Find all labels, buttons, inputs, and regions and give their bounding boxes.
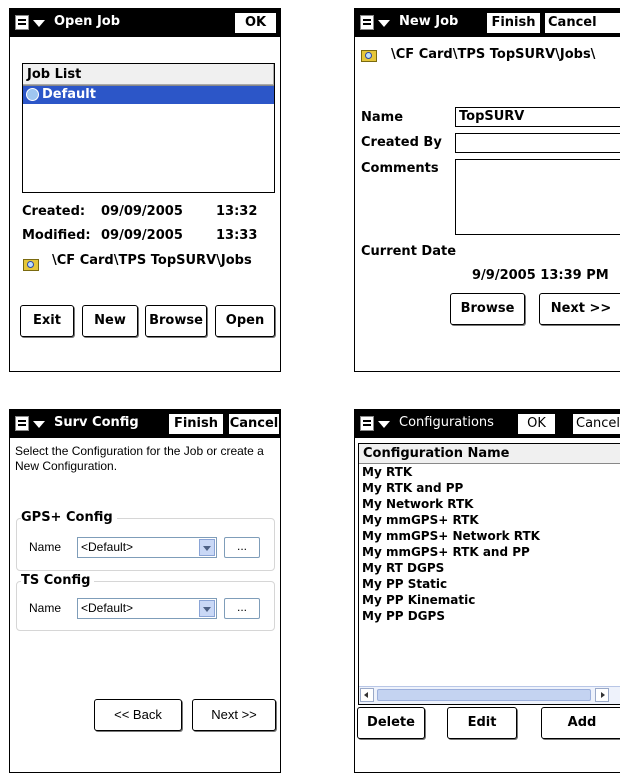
next-button[interactable]: Next >> <box>192 699 276 731</box>
ts-config-ellipsis-button[interactable]: ... <box>224 598 260 619</box>
job-list-header[interactable]: Job List <box>23 64 274 86</box>
ts-name-label: Name <box>29 601 62 615</box>
job-path: \CF Card\TPS TopSURV\Jobs\ <box>391 47 596 62</box>
gps-config-ellipsis-button[interactable]: ... <box>224 537 260 558</box>
created-label: Created: <box>22 204 86 219</box>
created-date: 09/09/2005 <box>101 204 183 219</box>
start-menu-button[interactable] <box>13 414 51 435</box>
job-path: \CF Card\TPS TopSURV\Jobs <box>52 253 252 268</box>
list-item[interactable]: My PP Kinematic <box>362 593 475 607</box>
edit-button[interactable]: Edit <box>447 707 517 739</box>
ok-button[interactable]: OK <box>234 12 277 34</box>
scroll-left-button[interactable] <box>360 688 374 702</box>
ts-config-title: TS Config <box>21 573 95 588</box>
list-item[interactable]: My RT DGPS <box>362 561 444 575</box>
browse-button[interactable]: Browse <box>145 305 207 337</box>
start-menu-button[interactable] <box>358 13 396 34</box>
add-button[interactable]: Add <box>541 707 620 739</box>
finish-button[interactable]: Finish <box>486 12 541 34</box>
current-date-label: Current Date <box>361 244 457 259</box>
start-menu-button[interactable] <box>358 414 396 435</box>
list-item[interactable]: My Network RTK <box>362 497 473 511</box>
window-title: Open Job <box>54 14 121 29</box>
list-item[interactable]: My PP DGPS <box>362 609 445 623</box>
folder-search-icon <box>23 257 39 271</box>
title-bar: Configurations OK Cancel <box>355 410 620 438</box>
surv-config-window: Surv Config Finish Cancel Select the Con… <box>9 409 281 773</box>
cancel-button[interactable]: Cancel <box>572 413 620 435</box>
window-title: Surv Config <box>54 415 139 430</box>
windows-icon <box>15 15 29 30</box>
created-time: 13:32 <box>216 204 258 219</box>
browse-button[interactable]: Browse <box>450 293 525 325</box>
job-name: Default <box>42 87 96 102</box>
chevron-right-icon <box>601 692 605 698</box>
modified-date: 09/09/2005 <box>101 228 183 243</box>
created-by-label: Created By <box>361 135 442 150</box>
cancel-button[interactable]: Cancel <box>228 413 280 435</box>
dropdown-arrow-icon <box>33 20 45 27</box>
gps-config-title: GPS+ Config <box>21 510 117 525</box>
configurations-window: Configurations OK Cancel Configuration N… <box>354 409 620 773</box>
configuration-list-header[interactable]: Configuration Name <box>359 444 620 464</box>
comments-label: Comments <box>361 161 439 176</box>
name-input[interactable]: TopSURV <box>455 107 620 127</box>
modified-label: Modified: <box>22 228 91 243</box>
instruction-text: Select the Configuration for the Job or … <box>15 444 264 473</box>
gps-name-label: Name <box>29 540 62 554</box>
ok-button[interactable]: OK <box>517 413 556 435</box>
list-item[interactable]: My PP Static <box>362 577 447 591</box>
folder-search-icon <box>361 48 377 62</box>
gps-config-value: <Default> <box>81 540 134 554</box>
column-header-label: Configuration Name <box>363 446 510 461</box>
configuration-list[interactable]: Configuration Name My RTK My RTK and PP … <box>358 443 620 705</box>
list-item[interactable]: My mmGPS+ Network RTK <box>362 529 540 543</box>
title-bar: Surv Config Finish Cancel <box>10 410 280 438</box>
chevron-down-icon[interactable] <box>199 539 215 556</box>
window-title: Configurations <box>399 415 494 430</box>
ts-config-value: <Default> <box>81 601 134 615</box>
windows-icon <box>360 15 374 30</box>
chevron-left-icon <box>364 692 368 698</box>
chevron-down-icon[interactable] <box>199 600 215 617</box>
next-button[interactable]: Next >> <box>539 293 620 325</box>
scroll-right-button[interactable] <box>595 688 609 702</box>
open-job-window: Open Job OK Job List Default Created: 09… <box>9 8 281 372</box>
modified-time: 13:33 <box>216 228 258 243</box>
window-title: New Job <box>399 14 459 29</box>
job-icon <box>26 88 39 101</box>
name-label: Name <box>361 110 404 125</box>
comments-textarea[interactable] <box>455 159 620 235</box>
windows-icon <box>15 416 29 431</box>
list-item[interactable]: My RTK <box>362 465 412 479</box>
scrollbar-thumb[interactable] <box>377 689 591 701</box>
open-button[interactable]: Open <box>215 305 275 337</box>
title-bar: New Job Finish Cancel <box>355 9 620 37</box>
job-list-item[interactable]: Default <box>23 86 274 104</box>
exit-button[interactable]: Exit <box>20 305 74 337</box>
new-button[interactable]: New <box>82 305 138 337</box>
current-date-value: 9/9/2005 13:39 PM <box>472 268 609 283</box>
list-item[interactable]: My mmGPS+ RTK and PP <box>362 545 530 559</box>
horizontal-scrollbar[interactable] <box>359 686 620 704</box>
delete-button[interactable]: Delete <box>357 707 425 739</box>
cancel-button[interactable]: Cancel <box>544 12 620 34</box>
dropdown-arrow-icon <box>33 421 45 428</box>
created-by-input[interactable] <box>455 133 620 153</box>
back-button[interactable]: << Back <box>94 699 182 731</box>
title-bar: Open Job OK <box>10 9 280 37</box>
job-list[interactable]: Job List Default <box>22 63 275 193</box>
windows-icon <box>360 416 374 431</box>
dropdown-arrow-icon <box>378 20 390 27</box>
column-header-label: Job List <box>27 67 82 82</box>
ts-config-select[interactable]: <Default> <box>77 598 217 619</box>
gps-config-select[interactable]: <Default> <box>77 537 217 558</box>
dropdown-arrow-icon <box>378 421 390 428</box>
start-menu-button[interactable] <box>13 13 51 34</box>
list-item[interactable]: My RTK and PP <box>362 481 463 495</box>
list-item[interactable]: My mmGPS+ RTK <box>362 513 479 527</box>
finish-button[interactable]: Finish <box>168 413 224 435</box>
new-job-window: New Job Finish Cancel \CF Card\TPS TopSU… <box>354 8 620 372</box>
